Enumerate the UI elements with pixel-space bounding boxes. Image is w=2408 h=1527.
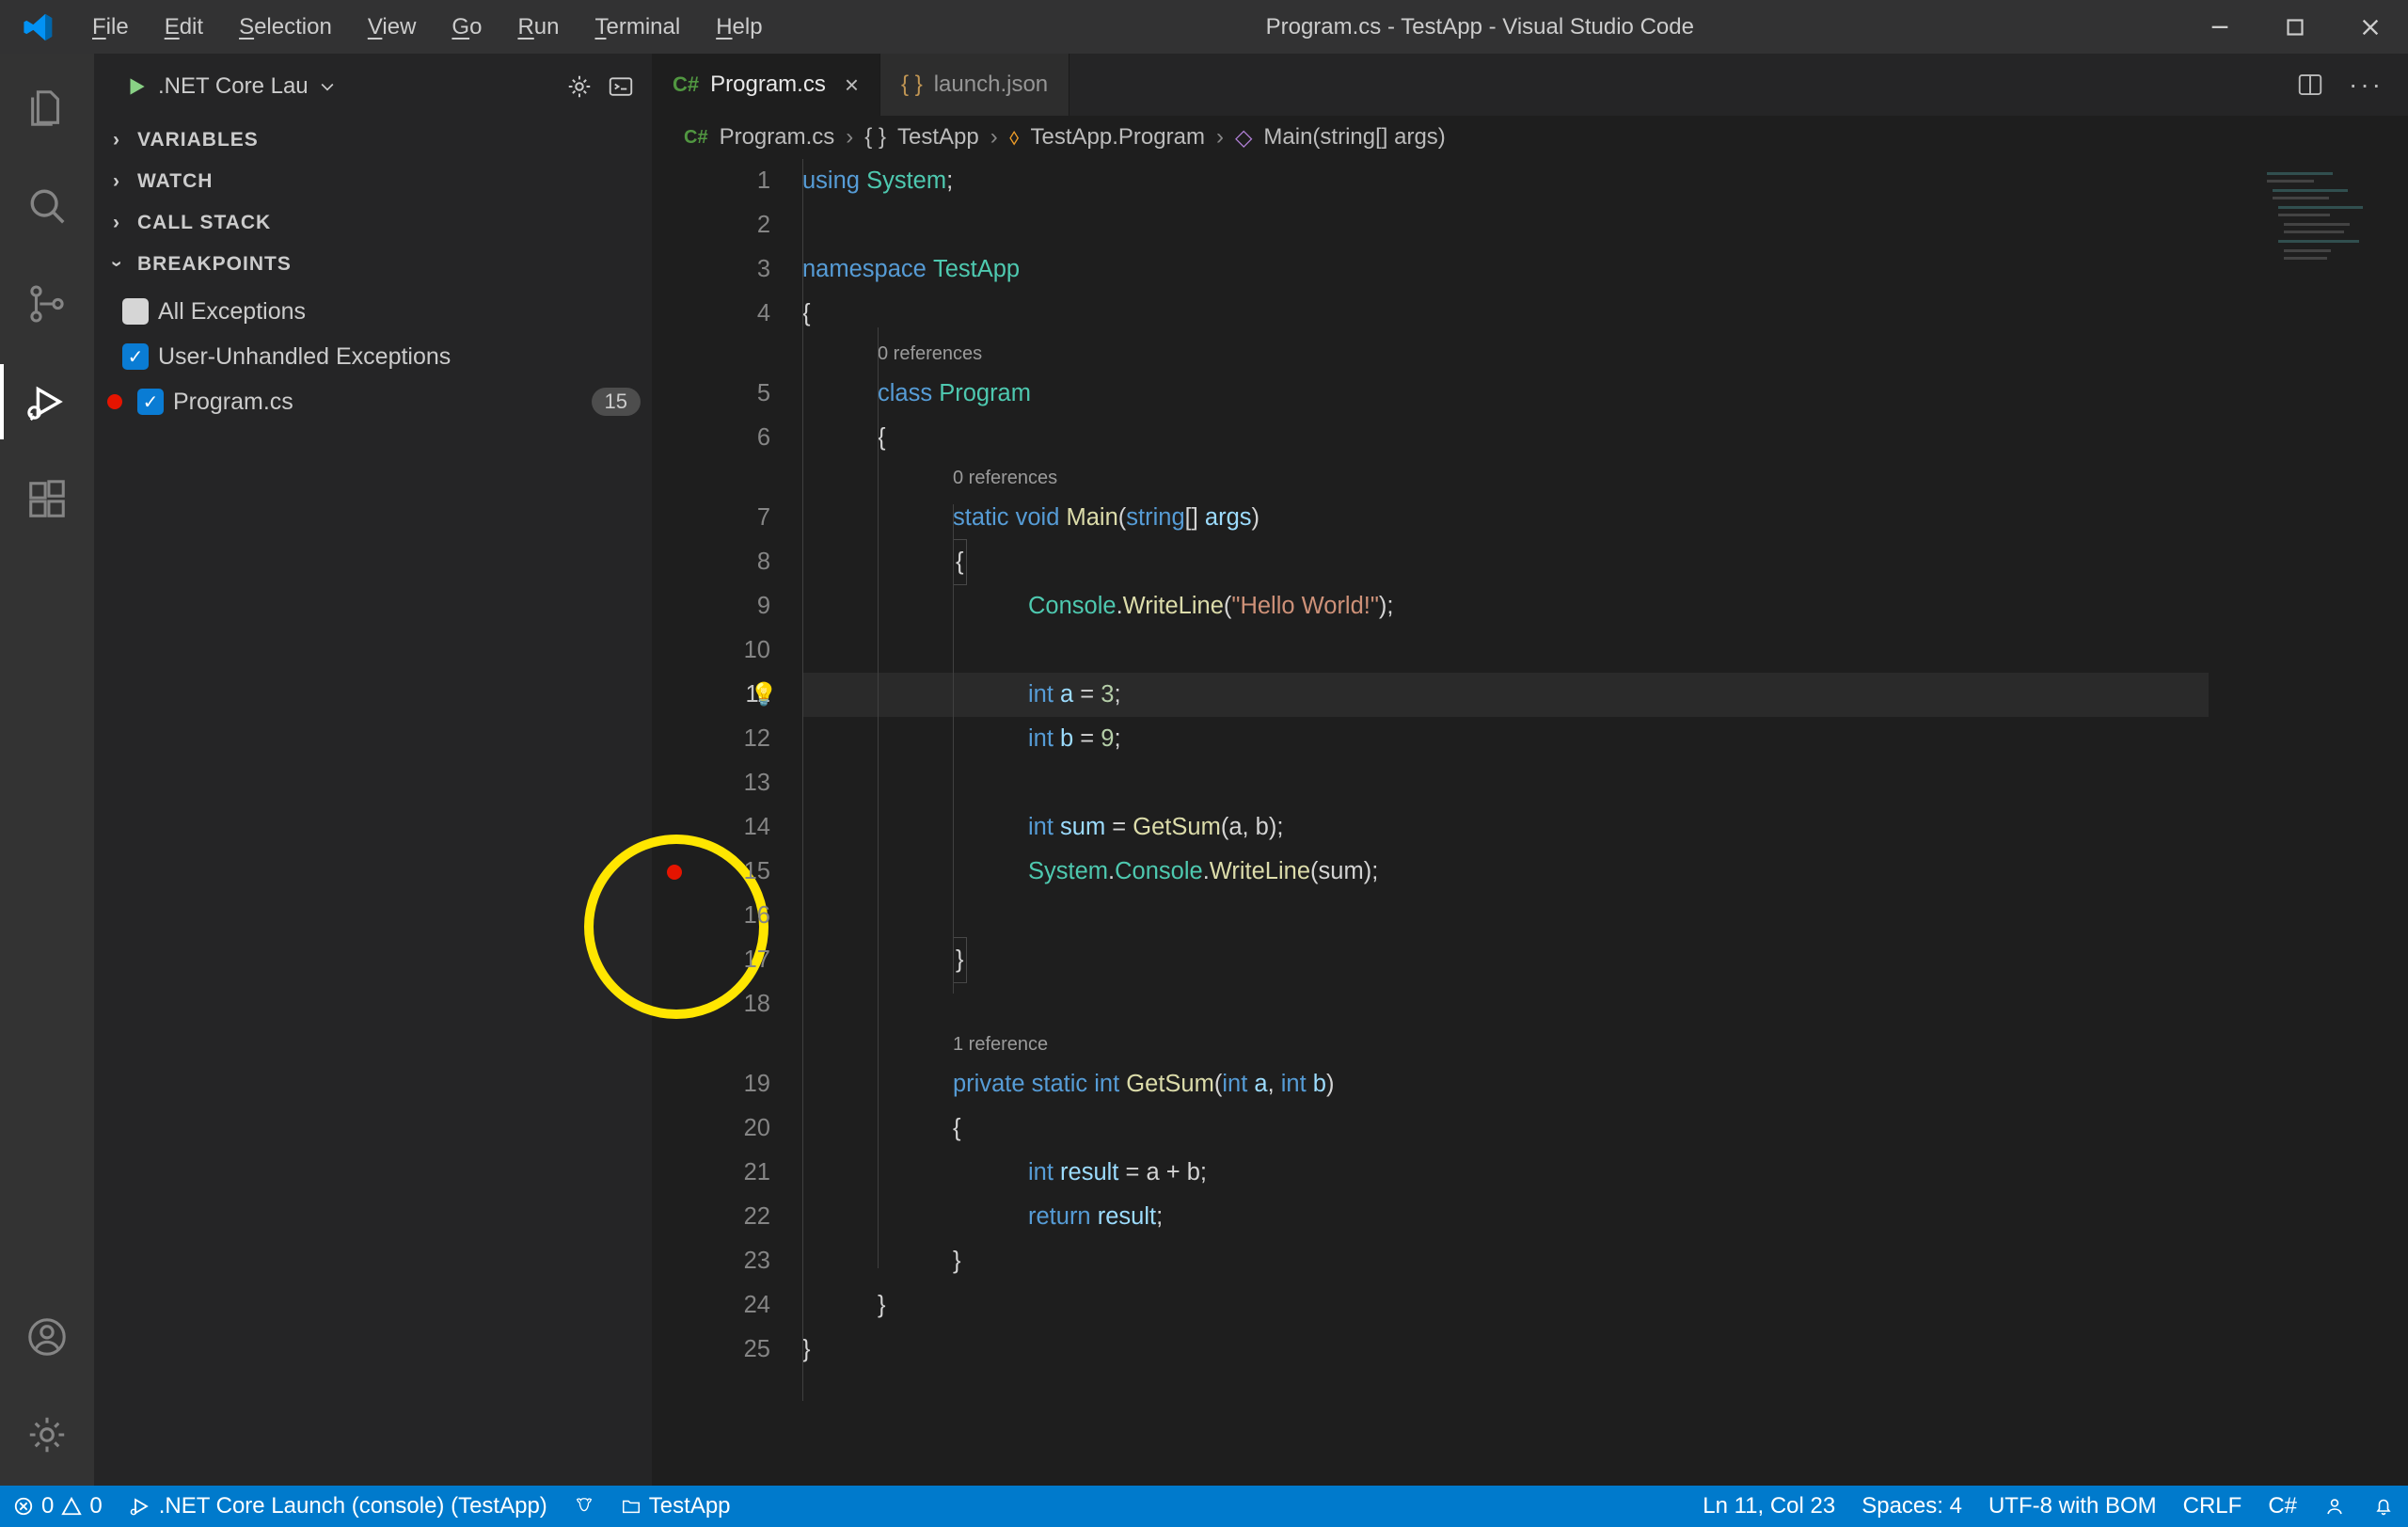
bp-line-badge: 15 (592, 388, 641, 416)
class-icon: ⬨ (1009, 124, 1020, 151)
menu-file[interactable]: File (77, 8, 144, 46)
status-encoding[interactable]: UTF-8 with BOM (1975, 1486, 2170, 1527)
menu-selection[interactable]: Selection (224, 8, 347, 46)
status-language[interactable]: C# (2255, 1486, 2310, 1527)
debug-console-icon[interactable] (607, 72, 635, 101)
status-notifications-icon[interactable] (2359, 1486, 2408, 1527)
csharp-file-icon: C# (684, 127, 708, 149)
status-feedback-icon[interactable] (2310, 1486, 2359, 1527)
chevron-down-icon: › (105, 253, 128, 276)
minimap[interactable] (2209, 159, 2408, 1486)
code-editor[interactable]: 1 2 3 4 5 6 7 8 9 10 11 12 13 14 15 16 1… (652, 159, 2408, 1486)
variables-label: VARIABLES (137, 129, 259, 151)
checkbox-checked-icon[interactable]: ✓ (137, 389, 164, 415)
breakpoint-dot-icon[interactable] (667, 865, 682, 880)
menu-bar: File Edit Selection View Go Run Terminal… (77, 8, 778, 46)
callstack-pane-header[interactable]: › CALL STACK (94, 202, 652, 244)
split-editor-icon[interactable] (2296, 71, 2324, 99)
menu-edit[interactable]: Edit (150, 8, 218, 46)
checkbox-checked-icon[interactable]: ✓ (122, 343, 149, 370)
start-debug-icon[interactable] (124, 74, 149, 99)
window-title: Program.cs - TestApp - Visual Studio Cod… (778, 14, 2182, 40)
overview-ruler[interactable] (2404, 159, 2408, 1486)
breakpoint-all-exceptions[interactable]: All Exceptions (94, 289, 652, 334)
bp-label: User-Unhandled Exceptions (158, 343, 451, 371)
breadcrumb-item[interactable]: Main(string[] args) (1263, 124, 1445, 151)
status-cursor-position[interactable]: Ln 11, Col 23 (1689, 1486, 1848, 1527)
window-maximize-button[interactable] (2258, 0, 2333, 54)
status-indentation[interactable]: Spaces: 4 (1848, 1486, 1975, 1527)
menu-help[interactable]: Help (701, 8, 777, 46)
vscode-logo-icon (14, 11, 63, 43)
menu-go[interactable]: Go (436, 8, 497, 46)
activity-bar (0, 54, 94, 1486)
status-bar: 0 0 .NET Core Launch (console) (TestApp)… (0, 1486, 2408, 1527)
breadcrumb-item[interactable]: Program.cs (720, 124, 835, 151)
menu-terminal[interactable]: Terminal (579, 8, 695, 46)
watch-label: WATCH (137, 170, 213, 193)
bp-file-label: Program.cs (173, 389, 293, 416)
activity-settings-gear-icon[interactable] (9, 1397, 85, 1472)
activity-accounts-icon[interactable] (9, 1299, 85, 1375)
watch-pane-header[interactable]: › WATCH (94, 161, 652, 202)
tab-program-cs[interactable]: C# Program.cs × (652, 54, 880, 116)
editor-area: C# Program.cs × { } launch.json ··· C# P… (652, 54, 2408, 1486)
minimap-content (2259, 168, 2400, 272)
method-icon: ◇ (1235, 124, 1252, 151)
activity-debug-icon[interactable] (9, 364, 85, 439)
status-launch-config[interactable]: .NET Core Launch (console) (TestApp) (116, 1486, 561, 1527)
menu-run[interactable]: Run (502, 8, 574, 46)
checkbox-unchecked-icon[interactable] (122, 298, 149, 325)
status-errors[interactable]: 0 0 (0, 1486, 116, 1527)
activity-extensions-icon[interactable] (9, 462, 85, 537)
activity-source-control-icon[interactable] (9, 266, 85, 342)
breakpoint-file[interactable]: ✓ Program.cs 15 (94, 379, 652, 424)
breakpoints-pane-header[interactable]: › BREAKPOINTS (94, 244, 652, 285)
json-file-icon: { } (901, 72, 923, 98)
tab-label: launch.json (934, 72, 1048, 98)
debug-sidebar: .NET Core Lau › VARIABLES › WATCH › CALL… (94, 54, 652, 1486)
breakpoint-dot-icon (107, 394, 122, 409)
editor-tabs: C# Program.cs × { } launch.json ··· (652, 54, 2408, 116)
bp-label: All Exceptions (158, 298, 306, 326)
chevron-right-icon: › (105, 129, 128, 151)
close-tab-icon[interactable]: × (845, 71, 859, 100)
launch-config-label: .NET Core Lau (158, 73, 309, 100)
status-eol[interactable]: CRLF (2170, 1486, 2256, 1527)
chevron-down-icon (318, 77, 337, 96)
activity-explorer-icon[interactable] (9, 71, 85, 146)
tab-label: Program.cs (710, 72, 826, 98)
more-actions-icon[interactable]: ··· (2349, 70, 2384, 100)
status-folder[interactable]: TestApp (608, 1486, 744, 1527)
code-body[interactable]: using System; namespace TestApp { 0 refe… (802, 159, 2209, 1486)
window-close-button[interactable] (2333, 0, 2408, 54)
launch-config-select[interactable]: .NET Core Lau (124, 73, 337, 100)
breadcrumb[interactable]: C# Program.cs › { } TestApp › ⬨ TestApp.… (652, 116, 2408, 159)
chevron-right-icon: › (105, 170, 128, 193)
csharp-file-icon: C# (673, 72, 699, 97)
variables-pane-header[interactable]: › VARIABLES (94, 119, 652, 161)
namespace-icon: { } (864, 124, 886, 151)
breadcrumb-item[interactable]: TestApp (897, 124, 979, 151)
status-hot-reload-icon[interactable] (561, 1486, 608, 1527)
breakpoints-label: BREAKPOINTS (137, 253, 292, 276)
lightbulb-icon[interactable]: 💡 (750, 673, 778, 717)
tab-launch-json[interactable]: { } launch.json (880, 54, 1069, 116)
activity-search-icon[interactable] (9, 168, 85, 244)
launch-settings-gear-icon[interactable] (565, 72, 594, 101)
menu-view[interactable]: View (353, 8, 432, 46)
gutter[interactable]: 1 2 3 4 5 6 7 8 9 10 11 12 13 14 15 16 1… (652, 159, 802, 1486)
window-minimize-button[interactable] (2182, 0, 2258, 54)
breadcrumb-item[interactable]: TestApp.Program (1031, 124, 1205, 151)
callstack-label: CALL STACK (137, 212, 271, 234)
chevron-right-icon: › (105, 212, 128, 234)
breakpoint-user-unhandled[interactable]: ✓ User-Unhandled Exceptions (94, 334, 652, 379)
title-bar: File Edit Selection View Go Run Terminal… (0, 0, 2408, 54)
